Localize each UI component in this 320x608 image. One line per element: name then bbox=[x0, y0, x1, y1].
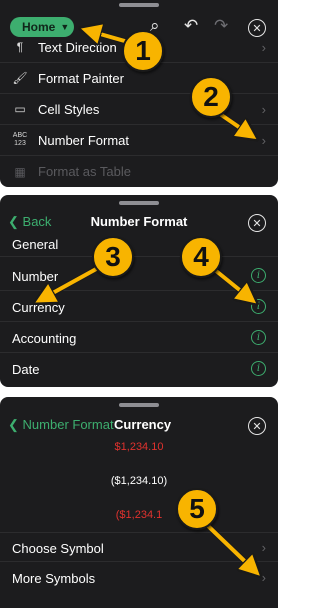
home-ribbon-panel: Home ▼ ⌕ ↶ ↷ ✕ ¶ Text Direction › 🖌 Form… bbox=[0, 0, 278, 187]
option-label: General bbox=[12, 237, 59, 252]
text-direction-icon: ¶ bbox=[16, 40, 24, 54]
format-option-accounting[interactable]: Accounting i bbox=[0, 323, 278, 353]
currency-panel: ❮ Number Format Currency ✕ $1,234.10 ($1… bbox=[0, 397, 278, 608]
close-icon[interactable]: ✕ bbox=[248, 214, 266, 232]
currency-sample-negative-parens[interactable]: ($1,234.10) bbox=[0, 475, 278, 487]
chevron-right-icon: › bbox=[261, 101, 266, 117]
number-format-panel: ❮ Back Number Format ✕ General Number i … bbox=[0, 195, 278, 387]
menu-item-label: Format Painter bbox=[38, 70, 124, 86]
callout-badge-4: 4 bbox=[180, 236, 222, 278]
format-painter-icon: 🖌 bbox=[12, 71, 28, 85]
callout-badge-5: 5 bbox=[176, 488, 218, 530]
option-label: Currency bbox=[12, 300, 65, 315]
sheet-grabber[interactable] bbox=[119, 3, 159, 7]
back-label: Number Format bbox=[22, 417, 114, 432]
sheet-grabber[interactable] bbox=[119, 201, 159, 205]
more-symbols-row[interactable]: More Symbols › bbox=[0, 563, 278, 593]
close-icon[interactable]: ✕ bbox=[248, 417, 266, 435]
choose-symbol-row[interactable]: Choose Symbol › bbox=[0, 532, 278, 562]
back-button[interactable]: ❮ Number Format bbox=[8, 417, 114, 433]
chevron-down-icon: ▼ bbox=[60, 22, 70, 32]
option-label: More Symbols bbox=[12, 571, 96, 586]
number-format-icon: ABC 123 bbox=[12, 132, 28, 147]
option-label: Choose Symbol bbox=[12, 541, 104, 556]
callout-badge-1: 1 bbox=[122, 30, 164, 72]
info-icon[interactable]: i bbox=[251, 361, 266, 376]
info-icon[interactable]: i bbox=[251, 299, 266, 314]
currency-sample-positive[interactable]: $1,234.10 bbox=[0, 441, 278, 453]
menu-item-number-format[interactable]: ABC 123 Number Format › bbox=[0, 125, 278, 156]
menu-item-label: Number Format bbox=[38, 132, 130, 148]
chevron-right-icon: › bbox=[261, 132, 266, 148]
format-option-general[interactable]: General bbox=[0, 231, 278, 257]
callout-badge-3: 3 bbox=[92, 236, 134, 278]
currency-sample-negative-red[interactable]: ($1,234.1 bbox=[0, 509, 278, 521]
format-as-table-icon: ▦ bbox=[14, 164, 26, 179]
chevron-right-icon: › bbox=[261, 570, 266, 585]
sheet-grabber[interactable] bbox=[119, 403, 159, 407]
chevron-right-icon: › bbox=[261, 39, 266, 55]
menu-item-label: Cell Styles bbox=[38, 101, 100, 117]
chevron-right-icon: › bbox=[261, 540, 266, 555]
menu-item-cell-styles[interactable]: ▭ Cell Styles › bbox=[0, 94, 278, 125]
cell-styles-icon: ▭ bbox=[14, 102, 26, 116]
chevron-left-icon: ❮ bbox=[8, 417, 19, 432]
option-label: Accounting bbox=[12, 331, 77, 346]
menu-item-label: Format as Table bbox=[38, 164, 131, 179]
format-option-number[interactable]: Number i bbox=[0, 261, 278, 291]
info-icon[interactable]: i bbox=[251, 330, 266, 345]
format-option-currency[interactable]: Currency i bbox=[0, 292, 278, 322]
info-icon[interactable]: i bbox=[251, 268, 266, 283]
option-label: Date bbox=[12, 362, 40, 377]
option-label: Number bbox=[12, 269, 59, 284]
panel-title: Number Format bbox=[90, 214, 188, 229]
callout-badge-2: 2 bbox=[190, 76, 232, 118]
menu-item-format-as-table: ▦ Format as Table bbox=[0, 156, 278, 187]
panel-title: Currency bbox=[114, 417, 172, 432]
menu-item-label: Text Direction bbox=[38, 39, 117, 55]
format-option-date[interactable]: Date i bbox=[0, 354, 278, 384]
